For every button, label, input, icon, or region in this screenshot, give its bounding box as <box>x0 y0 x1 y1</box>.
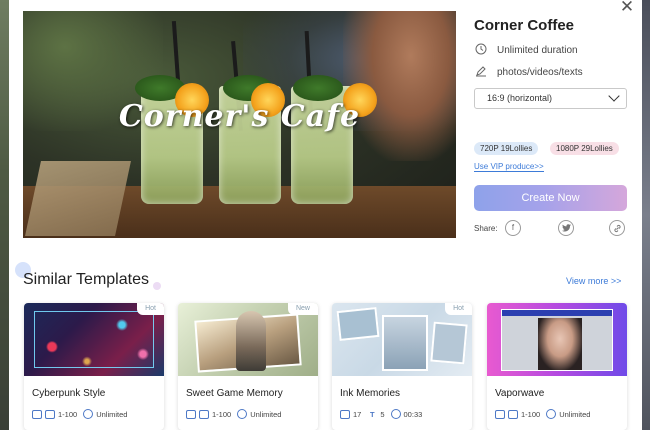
clock-icon <box>474 43 488 57</box>
share-label: Share: <box>474 224 498 233</box>
thumbnail-photo <box>336 306 380 342</box>
clock-icon <box>237 409 248 419</box>
template-thumbnail <box>487 303 627 376</box>
duration-value: Unlimited <box>559 409 591 419</box>
clock-icon <box>390 409 401 419</box>
image-icon <box>495 409 505 419</box>
thumbnail-portrait <box>538 318 582 370</box>
edit-icon <box>474 65 488 79</box>
aspect-ratio-select[interactable]: 16:9 (horizontal) <box>474 88 627 109</box>
template-card-meta: 1-100 Unlimited <box>495 409 590 419</box>
view-more-link[interactable]: View more >> <box>566 276 621 286</box>
template-card-ink-memories[interactable]: Hot Ink Memories 17 T 5 00:33 <box>332 303 472 430</box>
clock-icon <box>546 409 557 419</box>
media-count: 1-100 <box>521 409 541 419</box>
template-detail-modal: ✕ Corner's Cafe Corner Coffee Unlimited … <box>9 0 642 430</box>
similar-templates-heading: Similar Templates <box>23 271 149 288</box>
thumbnail-window <box>501 309 613 371</box>
thumbnail-window-titlebar <box>502 310 612 316</box>
media-count: 1-100 <box>212 409 232 419</box>
hot-badge: Hot <box>137 303 164 315</box>
video-icon <box>199 409 209 419</box>
template-card-name: Ink Memories <box>340 388 401 399</box>
template-preview[interactable]: Corner's Cafe <box>23 11 456 238</box>
aspect-ratio-value: 16:9 (horizontal) <box>487 93 553 103</box>
text-icon: T <box>370 409 375 419</box>
thumbnail-photo <box>430 321 468 365</box>
duration-text: Unlimited duration <box>497 44 578 56</box>
thumbnail-frame <box>34 311 154 368</box>
create-now-button[interactable]: Create Now <box>474 185 627 211</box>
preview-title-text: Corner's Cafe <box>118 99 361 134</box>
price-tag-1080p: 1080P 29Lollies <box>550 142 619 155</box>
template-card-sweet-game-memory[interactable]: New Sweet Game Memory 1-100 Unlimited <box>178 303 318 430</box>
price-tag-720p: 720P 19Lollies <box>474 142 539 155</box>
duration-row: Unlimited duration <box>474 43 578 57</box>
template-card-name: Cyberpunk Style <box>32 388 106 399</box>
preview-mint <box>293 75 343 101</box>
template-name: Corner Coffee <box>474 17 575 34</box>
image-icon <box>186 409 196 419</box>
image-count: 17 <box>353 409 362 419</box>
template-card-vaporwave[interactable]: Vaporwave 1-100 Unlimited <box>487 303 627 430</box>
video-icon <box>45 409 55 419</box>
media-types-row: photos/videos/texts <box>474 65 583 79</box>
close-icon[interactable]: ✕ <box>619 0 635 16</box>
duration-value: Unlimited <box>250 409 282 419</box>
template-card-meta: 1-100 Unlimited <box>186 409 281 419</box>
template-card-name: Sweet Game Memory <box>186 388 283 399</box>
backdrop-right <box>642 0 650 430</box>
template-card-meta: 1-100 Unlimited <box>32 409 127 419</box>
thumbnail-figure <box>236 311 266 371</box>
thumbnail-photo <box>382 315 428 371</box>
media-types-text: photos/videos/texts <box>497 66 583 78</box>
template-card-name: Vaporwave <box>495 388 545 399</box>
text-count: 5 <box>380 409 385 419</box>
template-card-meta: 17 T 5 00:33 <box>340 409 422 419</box>
video-icon <box>508 409 518 419</box>
twitter-icon[interactable] <box>558 220 574 236</box>
preview-napkin <box>25 161 131 236</box>
template-card-cyberpunk[interactable]: Hot Cyberpunk Style 1-100 Unlimited <box>24 303 164 430</box>
facebook-icon[interactable]: f <box>505 220 521 236</box>
media-count: 1-100 <box>58 409 78 419</box>
clock-icon <box>83 409 94 419</box>
backdrop-left <box>0 0 9 430</box>
vip-produce-link[interactable]: Use VIP produce>> <box>474 162 544 172</box>
duration-value: 00:33 <box>403 409 423 419</box>
new-badge: New <box>287 303 318 315</box>
decorative-dot <box>153 282 161 290</box>
image-icon <box>32 409 42 419</box>
chevron-down-icon <box>608 90 620 102</box>
hot-badge: Hot <box>445 303 472 315</box>
duration-value: Unlimited <box>96 409 128 419</box>
image-icon <box>340 409 350 419</box>
link-icon[interactable] <box>609 220 625 236</box>
